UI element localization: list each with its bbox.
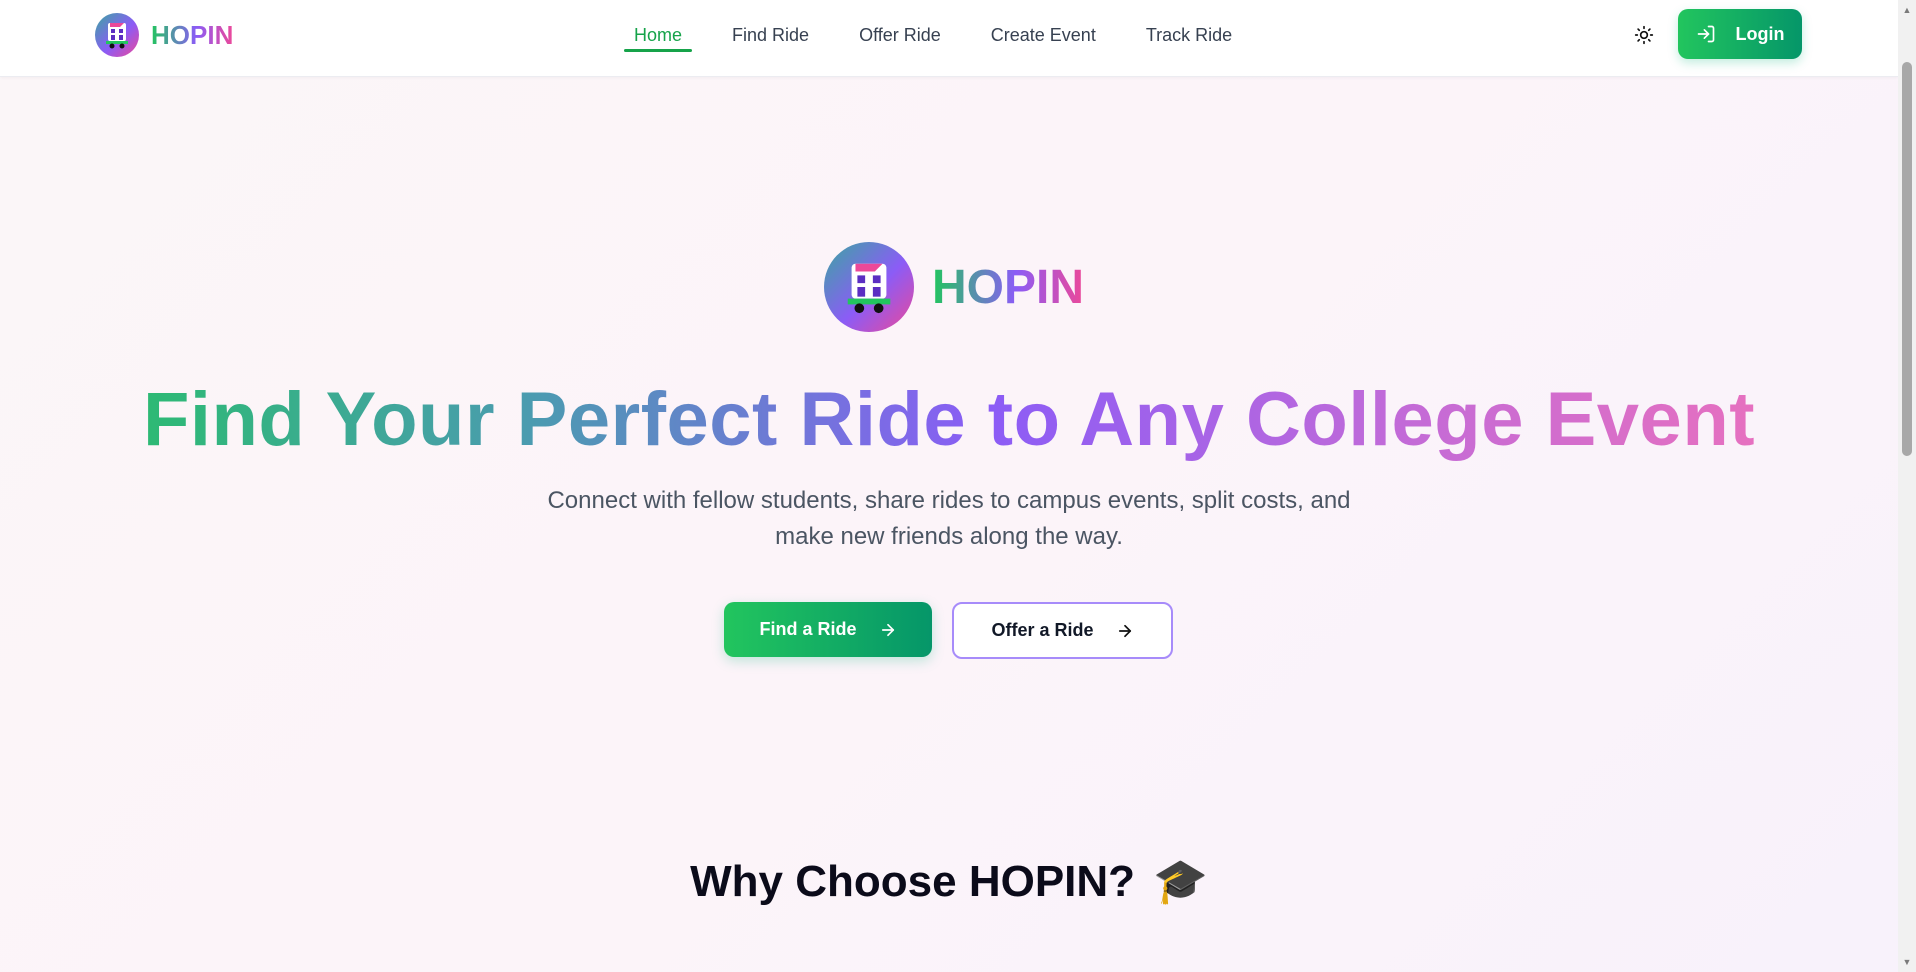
nav-find-ride[interactable]: Find Ride	[722, 0, 819, 70]
main-nav: Home Find Ride Offer Ride Create Event T…	[624, 0, 1272, 70]
nav-offer-ride[interactable]: Offer Ride	[849, 0, 951, 70]
theme-toggle-button[interactable]	[1631, 22, 1657, 48]
brand-name: HOPIN	[151, 19, 234, 50]
page-scrollbar[interactable]: ▲ ▼	[1898, 0, 1916, 972]
nav-track-ride[interactable]: Track Ride	[1136, 0, 1242, 70]
graduation-cap-icon: 🎓	[1153, 857, 1208, 906]
bus-logo-icon	[95, 13, 139, 57]
arrow-right-icon	[881, 623, 894, 636]
scroll-down-icon[interactable]: ▼	[1902, 956, 1912, 968]
hero-subtext: Connect with fellow students, share ride…	[547, 487, 1351, 550]
hero-brand: HOPIN	[824, 242, 1084, 332]
offer-ride-label: Offer a Ride	[991, 620, 1094, 640]
find-ride-label: Find a Ride	[759, 619, 857, 639]
sun-icon	[1634, 25, 1654, 45]
top-navbar: HOPIN Home Find Ride Offer Ride Create E…	[0, 0, 1898, 77]
login-button[interactable]: Login	[1678, 9, 1802, 59]
hero-headline: Find Your Perfect Ride to Any College Ev…	[0, 370, 1898, 470]
scroll-thumb[interactable]	[1902, 62, 1912, 456]
nav-home[interactable]: Home	[624, 0, 693, 70]
offer-ride-button[interactable]: Offer a Ride	[952, 602, 1173, 659]
hero-brand-name: HOPIN	[932, 260, 1085, 314]
login-arrow-icon	[1697, 25, 1714, 43]
brand-logo-link[interactable]: HOPIN	[95, 13, 233, 57]
bus-logo-icon	[824, 242, 914, 332]
features-title-text: Why Choose HOPIN?	[690, 857, 1136, 906]
scroll-up-icon[interactable]: ▲	[1902, 4, 1912, 16]
login-label: Login	[1735, 23, 1785, 44]
nav-create-event[interactable]: Create Event	[981, 0, 1106, 70]
find-ride-button[interactable]: Find a Ride	[724, 602, 932, 657]
arrow-right-icon	[1118, 624, 1131, 637]
features-title: Why Choose HOPIN? 🎓	[0, 855, 1898, 907]
